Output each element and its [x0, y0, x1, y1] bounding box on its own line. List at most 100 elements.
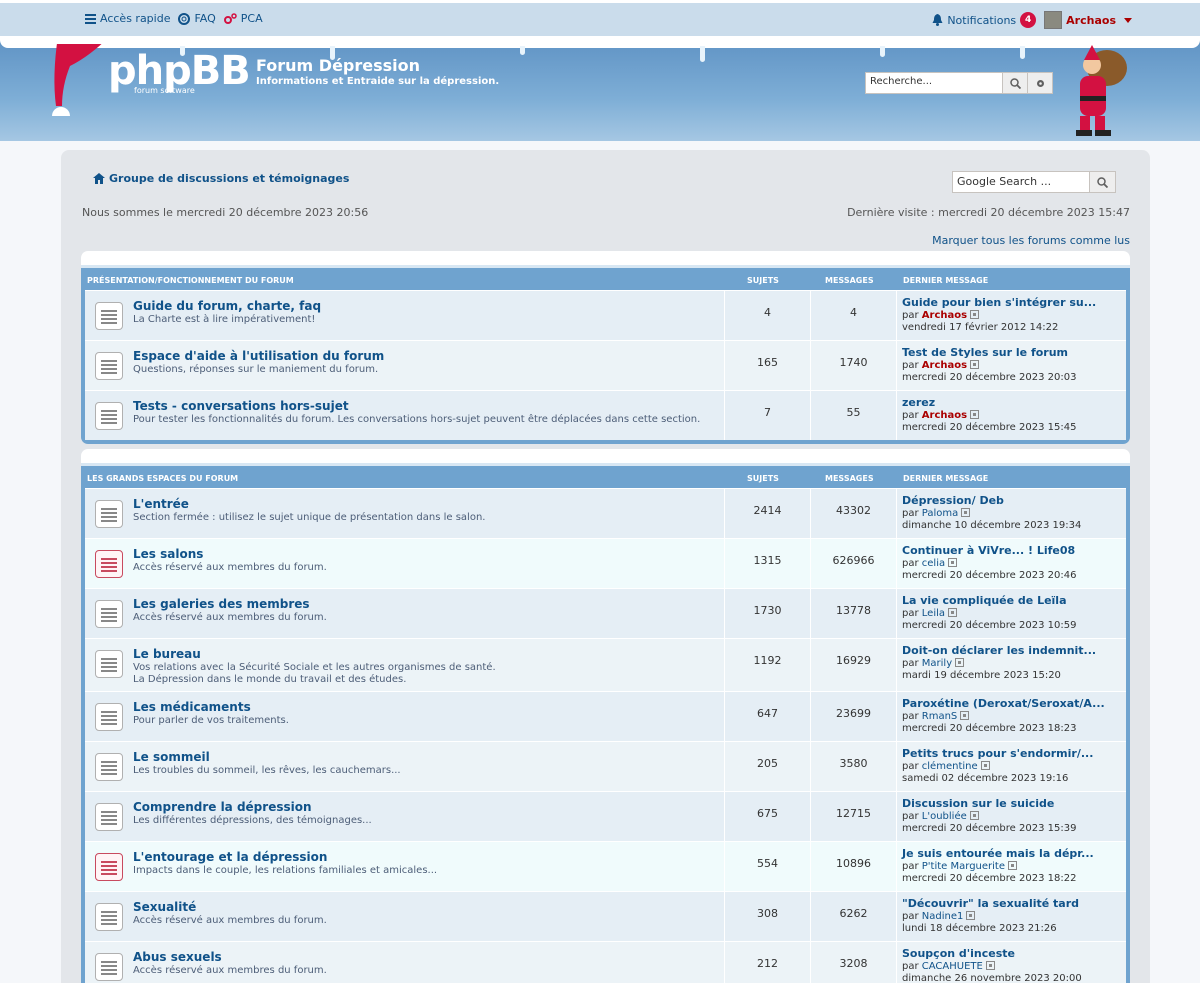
search-input[interactable]: Recherche... — [865, 72, 1003, 94]
last-post-date: mercredi 20 décembre 2023 15:39 — [902, 823, 1077, 834]
forum-title-link[interactable]: Les médicaments — [133, 700, 251, 714]
forum-read-icon — [95, 650, 123, 678]
bell-icon — [932, 14, 943, 26]
advanced-search-button[interactable] — [1028, 72, 1053, 94]
last-post-title-link[interactable]: Test de Styles sur le forum — [902, 346, 1068, 359]
forum-title-link[interactable]: Le sommeil — [133, 750, 210, 764]
forum-title-link[interactable]: Tests - conversations hors-sujet — [133, 399, 349, 413]
column-topics: SUJETS — [747, 276, 779, 285]
forum-description: Vos relations avec la Sécurité Sociale e… — [133, 662, 713, 686]
by-prefix: par — [902, 811, 919, 822]
view-latest-post-icon[interactable] — [948, 558, 958, 567]
caret-down-icon — [1124, 17, 1132, 23]
last-post-title-link[interactable]: zerez — [902, 396, 935, 409]
search-button[interactable] — [1003, 72, 1028, 94]
last-post-title-link[interactable]: Doit-on déclarer les indemnit... — [902, 644, 1096, 657]
author-link[interactable]: Marily — [922, 658, 952, 669]
forum-description: Accès réservé aux membres du forum. — [133, 965, 713, 977]
author-link[interactable]: CACAHUETE — [922, 961, 983, 972]
last-post-author: par Leila — [902, 607, 1122, 620]
posts-count: 10896 — [836, 857, 871, 870]
mark-all-read-link[interactable]: Marquer tous les forums comme lus — [932, 234, 1130, 247]
author-link[interactable]: Archaos — [922, 360, 967, 371]
topics-count: 1192 — [753, 654, 782, 667]
view-latest-post-icon[interactable] — [1008, 861, 1018, 870]
author-link[interactable]: clémentine — [922, 761, 978, 772]
forum-title-link[interactable]: Le bureau — [133, 647, 201, 661]
last-post-title-link[interactable]: Continuer à ViVre... ! Life08 — [902, 544, 1075, 557]
by-prefix: par — [902, 558, 919, 569]
last-post-title-link[interactable]: Discussion sur le suicide — [902, 797, 1054, 810]
forum-description-line: La Charte est à lire impérativement! — [133, 314, 316, 325]
author-link[interactable]: Nadine1 — [922, 911, 964, 922]
forum-title-link[interactable]: Les salons — [133, 547, 203, 561]
last-post-date: dimanche 10 décembre 2023 19:34 — [902, 520, 1082, 531]
breadcrumb[interactable]: Groupe de discussions et témoignages — [93, 172, 349, 185]
author-link[interactable]: Leila — [922, 608, 945, 619]
last-post-title-link[interactable]: "Découvrir" la sexualité tard — [902, 897, 1079, 910]
google-search: Google Search ... — [952, 171, 1116, 193]
forum-title-link[interactable]: Les galeries des membres — [133, 597, 310, 611]
last-post-title-link[interactable]: Guide pour bien s'intégrer su... — [902, 296, 1096, 309]
last-post-author: par CACAHUETE — [902, 960, 1122, 973]
forum-title-link[interactable]: Espace d'aide à l'utilisation du forum — [133, 349, 384, 363]
by-prefix: par — [902, 911, 919, 922]
forum-title-link[interactable]: Comprendre la dépression — [133, 800, 312, 814]
topics-count: 647 — [757, 707, 778, 720]
google-search-button[interactable] — [1090, 171, 1116, 193]
last-post-author: par Archaos — [902, 409, 1122, 422]
pca-link[interactable]: PCA — [223, 12, 263, 25]
last-post-author: par Archaos — [902, 359, 1122, 372]
view-latest-post-icon[interactable] — [970, 310, 980, 319]
last-post-title-link[interactable]: Je suis entourée mais la dépr... — [902, 847, 1094, 860]
quick-access-link[interactable]: Accès rapide — [85, 12, 170, 25]
view-latest-post-icon[interactable] — [969, 811, 979, 820]
author-link[interactable]: L'oubliée — [922, 811, 967, 822]
forum-title-link[interactable]: Sexualité — [133, 900, 196, 914]
forum-title-link[interactable]: Abus sexuels — [133, 950, 222, 964]
column-topics: SUJETS — [747, 474, 779, 483]
google-search-input[interactable]: Google Search ... — [952, 171, 1090, 193]
view-latest-post-icon[interactable] — [980, 761, 990, 770]
last-post-title-link[interactable]: La vie compliquée de Leïla — [902, 594, 1067, 607]
notifications-link[interactable]: Notifications 4 — [932, 12, 1037, 28]
author-link[interactable]: Archaos — [922, 310, 967, 321]
category-title[interactable]: PRÉSENTATION/FONCTIONNEMENT DU FORUM — [87, 276, 294, 285]
view-latest-post-icon[interactable] — [970, 410, 980, 419]
faq-link[interactable]: FAQ — [178, 12, 216, 25]
last-post-title-link[interactable]: Paroxétine (Deroxat/Seroxat/A... — [902, 697, 1105, 710]
last-post-title-link[interactable]: Dépression/ Deb — [902, 494, 1004, 507]
forum-description: Pour parler de vos traitements. — [133, 715, 713, 727]
forum-row: Les galeries des membres Accès réservé au… — [85, 588, 1126, 638]
author-link[interactable]: RmanS — [922, 711, 958, 722]
by-prefix: par — [902, 608, 919, 619]
view-latest-post-icon[interactable] — [970, 360, 980, 369]
forum-row: Les médicaments Pour parler de vos traite… — [85, 691, 1126, 741]
author-link[interactable]: P'tite Marguerite — [922, 861, 1005, 872]
author-link[interactable]: celia — [922, 558, 945, 569]
view-latest-post-icon[interactable] — [960, 711, 970, 720]
forum-title-link[interactable]: L'entrée — [133, 497, 189, 511]
lifebuoy-icon — [178, 12, 191, 25]
last-post-title-link[interactable]: Petits trucs pour s'endormir/... — [902, 747, 1093, 760]
author-link[interactable]: Archaos — [922, 410, 967, 421]
view-latest-post-icon[interactable] — [955, 658, 965, 667]
view-latest-post-icon[interactable] — [948, 608, 958, 617]
view-latest-post-icon[interactable] — [961, 508, 971, 517]
category-title[interactable]: LES GRANDS ESPACES DU FORUM — [87, 474, 238, 483]
user-menu[interactable]: Archaos — [1044, 11, 1132, 29]
by-prefix: par — [902, 508, 919, 519]
view-latest-post-icon[interactable] — [966, 911, 976, 920]
home-icon — [93, 173, 105, 184]
forum-description: Les troubles du sommeil, les rêves, les … — [133, 765, 713, 777]
topics-count: 7 — [764, 406, 771, 419]
column-last-post: DERNIER MESSAGE — [903, 276, 989, 285]
view-latest-post-icon[interactable] — [985, 961, 995, 970]
forum-category: PRÉSENTATION/FONCTIONNEMENT DU FORUM SUJE… — [81, 251, 1130, 444]
forum-title-link[interactable]: Guide du forum, charte, faq — [133, 299, 321, 313]
last-post-title-link[interactable]: Soupçon d'inceste — [902, 947, 1015, 960]
icicle-decoration — [1020, 46, 1025, 59]
topics-count: 165 — [757, 356, 778, 369]
author-link[interactable]: Paloma — [922, 508, 958, 519]
forum-title-link[interactable]: L'entourage et la dépression — [133, 850, 327, 864]
